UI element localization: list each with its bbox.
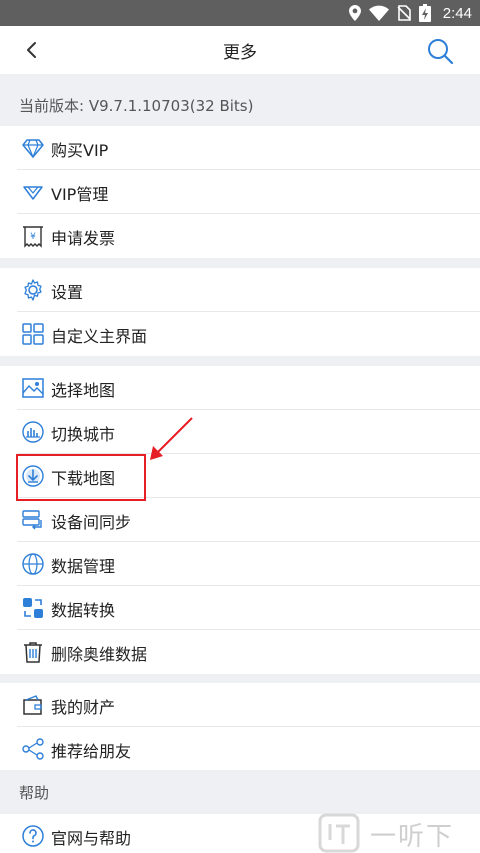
status-bar: 2:44	[0, 0, 480, 26]
menu-item-data-manage[interactable]: 数据管理	[0, 542, 480, 586]
gear-icon	[24, 279, 42, 301]
annotation-arrow-icon	[150, 417, 193, 460]
menu-item-data-convert[interactable]: 数据转换	[0, 586, 480, 630]
version-info: 当前版本: V9.7.1.10703(32 Bits)	[0, 84, 480, 126]
menu-item-label: 自定义主界面	[51, 327, 148, 346]
menu-item-label: 设置	[51, 283, 84, 302]
menu-item-buy-vip[interactable]: 购买VIP	[0, 126, 480, 170]
menu-item-label: 官网与帮助	[51, 829, 132, 848]
grid-icon	[22, 323, 44, 345]
watermark: 一听下载	[318, 812, 480, 853]
menu-item-label: 数据转换	[51, 601, 116, 620]
convert-icon	[23, 598, 43, 618]
menu-item-label: 购买VIP	[51, 141, 109, 160]
trash-icon	[24, 642, 42, 663]
location-icon	[348, 5, 361, 21]
help-icon	[22, 825, 44, 847]
watermark-text: 一听下载	[370, 822, 455, 852]
menu-item-invoice[interactable]: ¥ 申请发票	[0, 214, 480, 258]
invoice-icon: ¥	[23, 226, 43, 248]
menu-item-switch-city[interactable]: 切换城市	[0, 410, 480, 454]
menu-item-label: 数据管理	[51, 557, 116, 576]
menu-item-label: 我的财产	[51, 698, 116, 717]
menu-item-vip-manage[interactable]: VIP管理	[0, 170, 480, 214]
search-icon[interactable]	[426, 37, 454, 65]
menu-item-my-assets[interactable]: 我的财产	[0, 683, 480, 727]
sync-icon	[22, 510, 42, 530]
vip-manage-icon	[23, 186, 43, 200]
share-icon	[22, 738, 44, 760]
wifi-icon	[368, 5, 389, 21]
menu-item-label: 切换城市	[51, 425, 116, 444]
menu-item-label: VIP管理	[51, 185, 109, 204]
svg-text:¥: ¥	[30, 232, 36, 242]
menu-item-recommend[interactable]: 推荐给朋友	[0, 727, 480, 771]
menu-item-label: 删除奥维数据	[51, 645, 148, 664]
diamond-icon	[22, 139, 44, 159]
menu-item-settings[interactable]: 设置	[0, 268, 480, 312]
menu-item-device-sync[interactable]: 设备间同步	[0, 498, 480, 542]
menu-item-customize-home[interactable]: 自定义主界面	[0, 312, 480, 356]
battery-charging-icon	[418, 4, 431, 22]
menu-item-delete-data[interactable]: 删除奥维数据	[0, 630, 480, 674]
globe-icon	[22, 553, 44, 575]
map-icon	[22, 378, 44, 398]
menu-item-label: 设备间同步	[51, 513, 132, 532]
highlight-box	[16, 454, 146, 501]
page-title: 更多	[223, 43, 257, 63]
menu-item-label: 推荐给朋友	[51, 742, 132, 761]
wallet-icon	[23, 695, 42, 715]
version-text: 当前版本: V9.7.1.10703(32 Bits)	[19, 97, 254, 115]
menu-item-select-map[interactable]: 选择地图	[0, 366, 480, 410]
menu-item-label: 申请发票	[51, 229, 116, 248]
section-label: 帮助	[19, 784, 50, 802]
no-sim-icon	[397, 5, 411, 21]
city-icon	[22, 421, 44, 443]
watermark-logo-icon	[318, 813, 360, 853]
section-header-help: 帮助	[0, 770, 480, 814]
status-time: 2:44	[442, 4, 472, 22]
nav-bar: 更多	[0, 26, 480, 74]
menu-item-label: 选择地图	[51, 381, 116, 400]
